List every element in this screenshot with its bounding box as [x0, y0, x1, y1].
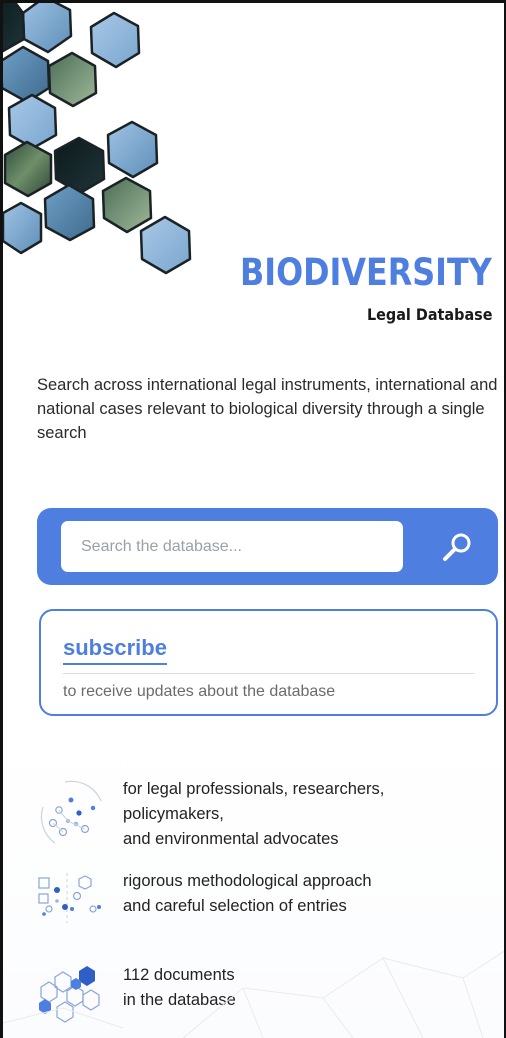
brand-title: BIODIVERSITY — [240, 251, 492, 294]
feature-text: rigorous methodological approach and car… — [123, 869, 372, 919]
intro-text: Search across international legal instru… — [37, 376, 498, 442]
page-frame: BIODIVERSITY Legal Database Search acros… — [0, 0, 506, 1038]
network-dots-icon — [40, 780, 102, 844]
feature-line: rigorous methodological approach — [123, 872, 372, 890]
feature-line: and environmental advocates — [123, 830, 339, 848]
search-bar — [37, 508, 498, 585]
feature-line: and careful selection of entries — [123, 897, 347, 915]
feature-line: policymakers, — [123, 805, 224, 823]
background-network-pattern — [3, 950, 504, 1038]
feature-text: for legal professionals, researchers, po… — [123, 777, 384, 852]
hexagon-mosaic-image — [3, 3, 192, 275]
feature-methodology: rigorous methodological approach and car… — [35, 869, 500, 929]
search-icon — [443, 533, 471, 561]
subscribe-panel: subscribe to receive updates about the d… — [39, 609, 498, 716]
search-button[interactable] — [436, 525, 480, 569]
subscribe-description: to receive updates about the database — [63, 683, 336, 700]
search-input[interactable] — [61, 521, 403, 572]
brand-subtitle: Legal Database — [366, 305, 492, 324]
method-dots-icon — [38, 873, 101, 923]
divider — [63, 673, 474, 674]
feature-line: for legal professionals, researchers, — [123, 780, 385, 798]
subscribe-link[interactable]: subscribe — [63, 635, 167, 665]
feature-audience: for legal professionals, researchers, po… — [35, 777, 500, 857]
